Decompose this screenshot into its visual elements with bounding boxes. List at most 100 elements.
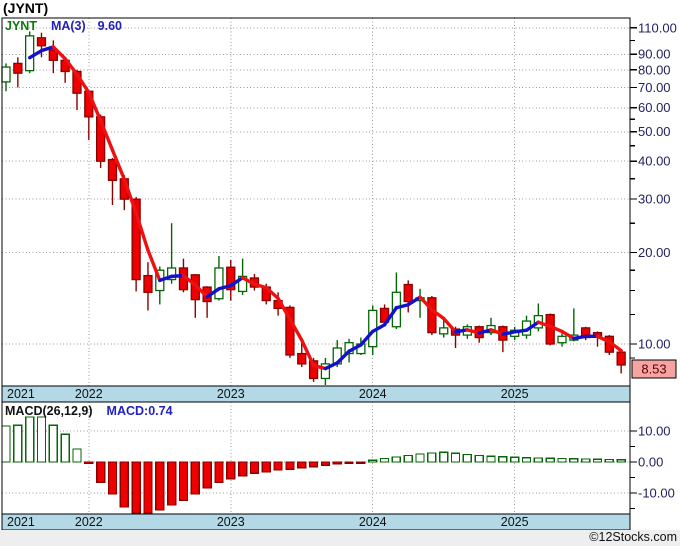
macd-bar <box>557 457 567 463</box>
macd-bar <box>202 461 212 489</box>
macd-bar <box>391 456 402 463</box>
macd-bar <box>214 461 224 484</box>
macd-bar <box>249 461 260 474</box>
candle-body <box>403 283 413 303</box>
chart-page: 2021 2022 2023 2024 2025 2021 2022 2023 2024 2025… <box>0 0 680 546</box>
macd-bar <box>415 453 425 463</box>
macd-bar <box>308 461 319 468</box>
macd-bar <box>261 461 271 473</box>
macd-bar <box>107 461 118 495</box>
macd-bar <box>36 416 47 463</box>
macd-bar <box>356 461 366 465</box>
year-label: 2024 <box>359 515 387 529</box>
macd-bar <box>474 454 484 463</box>
price-axis-label: 50.00 <box>638 124 671 139</box>
macd-bar <box>226 461 236 480</box>
year-label: 2024 <box>359 387 387 401</box>
ma-line-segment <box>501 330 517 336</box>
macd-bar <box>237 461 248 477</box>
year-label: 2022 <box>75 515 103 529</box>
price-axis-label: 30.00 <box>638 192 671 207</box>
macd-bar <box>439 451 449 463</box>
candle-body <box>439 327 449 335</box>
macd-bar <box>84 461 94 465</box>
macd-bar <box>403 454 413 463</box>
macd-legend: MACD(26,12,9) MACD:0.74 <box>5 404 173 418</box>
ma-line-segment <box>453 328 470 334</box>
macd-axis-label: 10.00 <box>638 423 671 438</box>
ma-value: 9.60 <box>97 19 123 33</box>
macd-bar <box>166 461 177 506</box>
candle-body <box>143 274 153 293</box>
macd-bar <box>427 452 437 463</box>
price-panel-frame <box>1 17 631 387</box>
price-axis-label: 60.00 <box>638 100 671 115</box>
macd-bar <box>379 457 390 463</box>
year-label: 2023 <box>217 515 245 529</box>
macd-axis-label: -10.00 <box>638 485 675 500</box>
macd-bar <box>498 456 508 463</box>
macd-bar <box>178 461 189 501</box>
macd-axis-label: 0.00 <box>638 454 663 469</box>
macd-bar <box>545 457 555 463</box>
macd-bar <box>581 458 591 463</box>
copyright-watermark: ©12Stocks.com <box>589 530 677 544</box>
price-axis-label: 20.00 <box>638 245 671 260</box>
page-title: (JYNT) <box>3 0 49 16</box>
year-label: 2022 <box>75 387 103 401</box>
price-axis-label: 80.00 <box>638 62 671 77</box>
ticker-symbol-label: JYNT <box>5 19 37 33</box>
macd-bar <box>521 457 532 463</box>
macd-bar <box>344 461 354 465</box>
macd-bar <box>1 425 11 463</box>
year-label: 2025 <box>501 387 529 401</box>
price-axis-label: 90.00 <box>638 47 671 62</box>
price-axis-label: 10.00 <box>638 336 671 351</box>
price-axis-label: 70.00 <box>638 80 671 95</box>
price-legend: JYNT MA(3) 9.60 <box>5 19 122 33</box>
candle-body <box>297 352 307 365</box>
macd-bar <box>462 453 473 463</box>
macd-bar <box>190 461 200 495</box>
candle-body <box>13 62 23 74</box>
candle-body <box>36 37 47 47</box>
candle-body <box>557 335 567 344</box>
macd-bar <box>320 461 331 466</box>
macd-bar <box>48 424 58 463</box>
ma-label: MA(3) <box>50 19 86 33</box>
macd-bar <box>592 458 603 463</box>
year-label: 2025 <box>501 515 529 529</box>
price-axis-label: 40.00 <box>638 154 671 169</box>
macd-bar <box>285 461 295 470</box>
macd-bar <box>332 461 342 465</box>
price-axis-label: 110.00 <box>638 20 677 35</box>
stock-chart-svg: 2021 2022 2023 2024 2025 2021 2022 2023 2024 2025… <box>1 17 677 531</box>
macd-bar <box>143 461 153 514</box>
macd-bar <box>119 461 129 508</box>
macd-bar <box>486 455 496 463</box>
year-label: 2021 <box>7 387 35 401</box>
year-label: 2021 <box>7 515 35 529</box>
candle-body <box>25 35 35 72</box>
macd-bar <box>131 461 141 514</box>
macd-bar <box>604 458 614 463</box>
macd-current-value: MACD:0.74 <box>106 404 173 418</box>
footer-strip <box>0 530 680 546</box>
macd-bar <box>13 424 23 463</box>
ma-line-segment <box>572 334 588 341</box>
last-price-label: 8.53 <box>641 361 666 376</box>
candle-body <box>427 297 437 334</box>
macd-bar <box>60 433 70 463</box>
ma-line-segment <box>512 328 529 334</box>
macd-bar <box>533 457 543 463</box>
macd-bar <box>297 461 307 469</box>
candle-body <box>107 158 118 181</box>
macd-bar <box>450 452 461 463</box>
macd-params-label: MACD(26,12,9) <box>5 404 93 418</box>
macd-bar <box>95 461 106 483</box>
macd-bar <box>569 458 579 463</box>
ma-line-segment <box>169 273 186 279</box>
macd-bar <box>155 461 165 511</box>
macd-bar <box>510 456 520 463</box>
candle-body <box>214 267 224 300</box>
